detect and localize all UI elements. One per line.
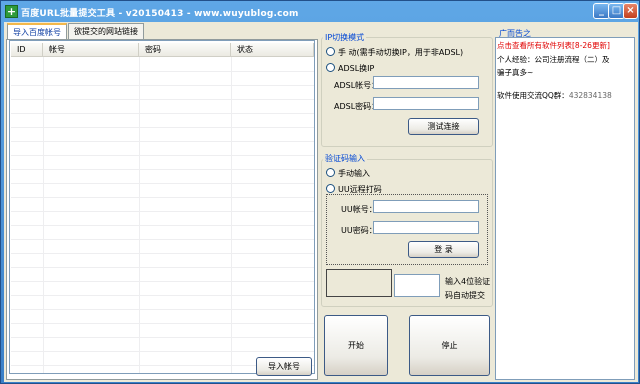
table-gridline (11, 211, 314, 212)
table-gridline (11, 351, 314, 352)
table-gridline (11, 99, 314, 100)
table-gridline (11, 85, 314, 86)
close-button[interactable]: × (623, 3, 638, 19)
close-icon: × (626, 5, 635, 16)
import-accounts-button[interactable]: 导入帐号 (256, 357, 312, 376)
adsl-password-input[interactable] (373, 97, 479, 110)
captcha-group-title: 验证码输入 (323, 153, 367, 164)
table-gridline (11, 71, 314, 72)
software-list-link[interactable]: 点击查看所有软件列表[8-26更新] (497, 40, 610, 51)
table-gridline (11, 253, 314, 254)
uu-account-label: UU帐号： (341, 205, 377, 214)
captcha-manual-label[interactable]: 手动输入 (338, 168, 370, 179)
table-gridline (11, 127, 314, 128)
captcha-manual-radio[interactable] (326, 168, 335, 177)
table-column-divider (231, 57, 232, 373)
column-header-id[interactable]: ID (11, 43, 43, 57)
captcha-uu-radio[interactable] (326, 184, 335, 193)
ip-manual-radio[interactable] (326, 47, 335, 56)
ip-adsl-radio[interactable] (326, 63, 335, 72)
ad-experience-text[interactable]: 个人经验：公司注册流程（二）及 (497, 54, 610, 65)
table-gridline (11, 155, 314, 156)
table-gridline (11, 225, 314, 226)
table-column-divider (139, 57, 140, 373)
column-header-status[interactable]: 状态 (231, 43, 314, 57)
title-bar[interactable]: + 百度URL批量提交工具 - v20150413 - www.wuyublog… (1, 1, 640, 23)
captcha-hint-line1: 输入4位验证 (445, 277, 491, 286)
table-gridline (11, 281, 314, 282)
table-gridline (11, 337, 314, 338)
table-gridline (11, 295, 314, 296)
table-gridline (11, 309, 314, 310)
login-button[interactable]: 登 录 (408, 241, 479, 258)
table-gridline (11, 141, 314, 142)
plus-icon: + (5, 5, 18, 18)
ad-panel: 点击查看所有软件列表[8-26更新] 个人经验：公司注册流程（二）及 骗子真多~… (495, 37, 635, 380)
app-window: + 百度URL批量提交工具 - v20150413 - www.wuyublog… (0, 0, 640, 384)
table-gridline (11, 113, 314, 114)
column-header-account[interactable]: 帐号 (43, 43, 139, 57)
account-table[interactable]: ID 帐号 密码 状态 (9, 40, 315, 374)
stop-button[interactable]: 停止 (409, 315, 490, 376)
client-area: 导入百度帐号 欲提交的网站链接 ID 帐号 密码 状态 导入帐号 IP切换模式 … (4, 22, 638, 382)
ip-switch-group-title: IP切换模式 (323, 32, 367, 43)
qq-group-text: 软件使用交流QQ群：432834138 (497, 90, 612, 101)
maximize-icon: □ (611, 5, 622, 16)
test-connection-button[interactable]: 测试连接 (408, 118, 479, 135)
column-header-password[interactable]: 密码 (139, 43, 231, 57)
ip-manual-label[interactable]: 手 动(需手动切换IP，用于非ADSL) (338, 47, 463, 58)
minimize-icon: _ (599, 5, 604, 16)
qq-group-label: 软件使用交流QQ群： (497, 91, 569, 100)
table-gridline (11, 267, 314, 268)
window-title: 百度URL批量提交工具 - v20150413 - www.wuyublog.c… (21, 9, 299, 19)
uu-password-label: UU密码： (341, 226, 377, 235)
captcha-code-input[interactable] (394, 274, 440, 297)
table-gridline (11, 323, 314, 324)
captcha-hint-line2: 码自动提交 (445, 291, 485, 300)
table-gridline (11, 239, 314, 240)
tab-submit-links[interactable]: 欲提交的网站链接 (68, 23, 144, 39)
table-gridline (11, 183, 314, 184)
tab-import-accounts[interactable]: 导入百度帐号 (7, 23, 67, 40)
adsl-account-input[interactable] (373, 76, 479, 89)
table-gridline (11, 197, 314, 198)
ad-experience-text-2: 骗子真多~ (497, 68, 534, 77)
ip-adsl-label[interactable]: ADSL换IP (338, 63, 374, 74)
table-gridline (11, 169, 314, 170)
uu-password-input[interactable] (373, 221, 479, 234)
captcha-image (326, 269, 392, 297)
qq-group-number: 432834138 (568, 91, 612, 100)
start-button[interactable]: 开始 (324, 315, 388, 376)
table-column-divider (43, 57, 44, 373)
uu-account-input[interactable] (373, 200, 479, 213)
